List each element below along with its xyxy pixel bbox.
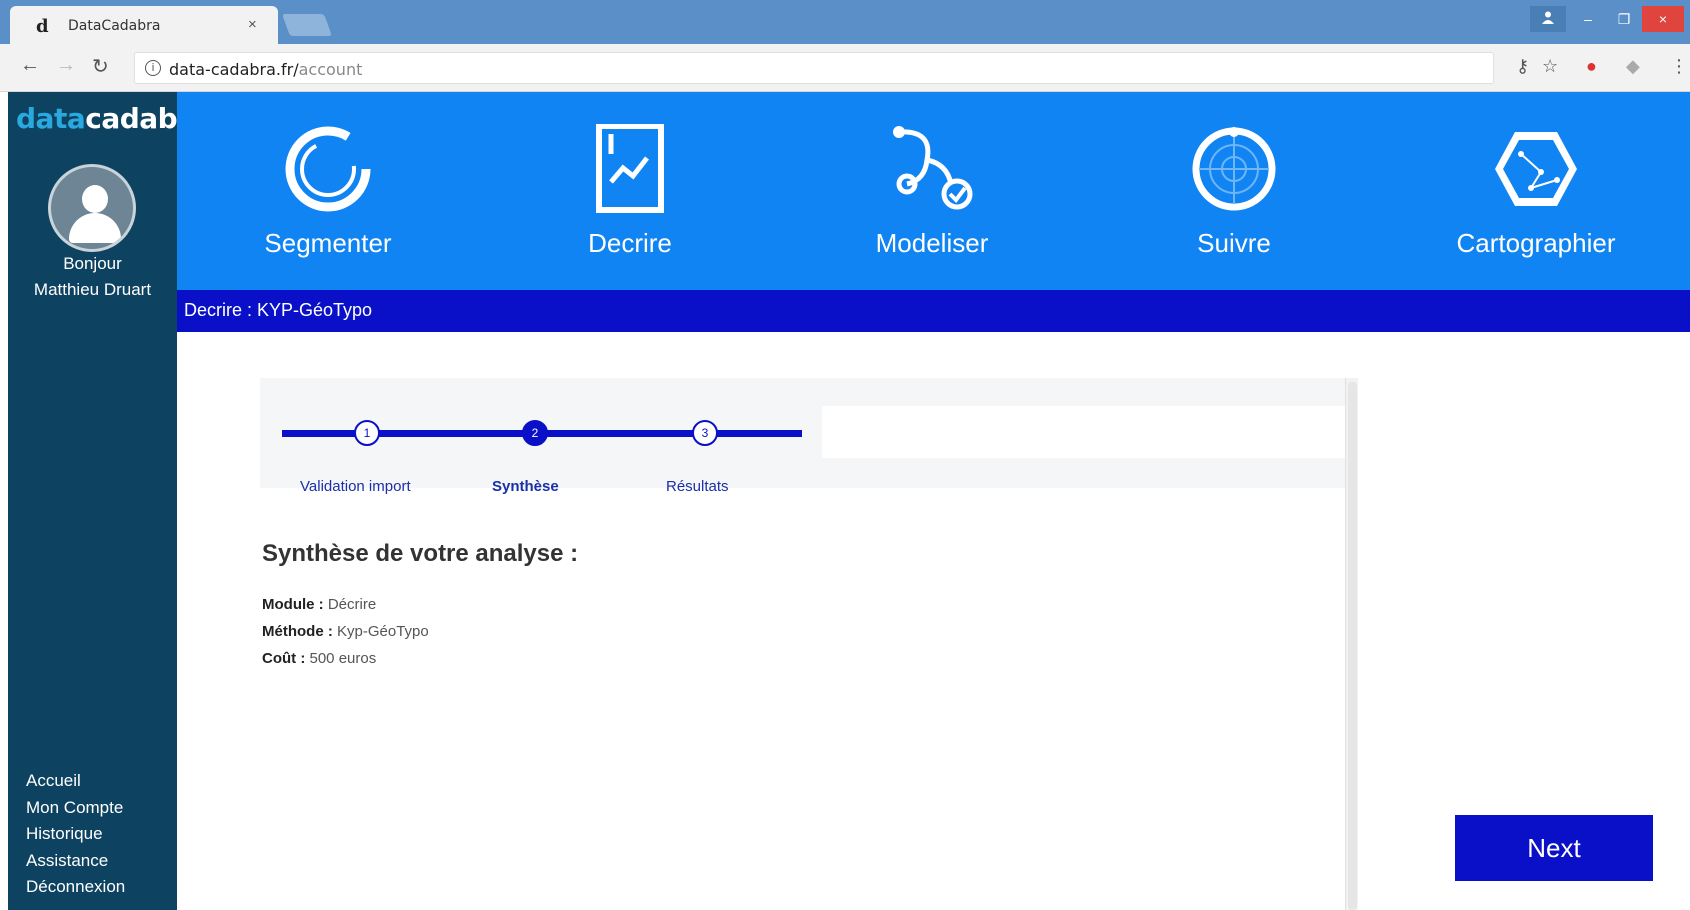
module-segmenter[interactable]: Segmenter [177, 92, 479, 290]
browser-toolbar: ← → ↻ i data-cadabra.fr/account ⚷ ☆ ● ◆ … [0, 44, 1690, 92]
module-modeliser[interactable]: Modeliser [781, 92, 1083, 290]
stepper-spacer [822, 406, 1345, 458]
module-label: Cartographier [1456, 228, 1616, 258]
module-suivre[interactable]: Suivre [1083, 92, 1385, 290]
key-icon[interactable]: ⚷ [1516, 56, 1529, 77]
sidebar-item-assistance[interactable]: Assistance [26, 848, 125, 875]
reload-icon[interactable]: ↻ [92, 54, 109, 79]
synthesis-title: Synthèse de votre analyse : [262, 540, 579, 567]
stepper: 1 2 3 Validation import Synthèse Résulta… [260, 378, 1345, 495]
sidebar-menu: Accueil Mon Compte Historique Assistance… [26, 768, 125, 901]
info-icon[interactable]: i [145, 60, 161, 76]
sidebar-item-accueil[interactable]: Accueil [26, 768, 125, 795]
module-label: Modeliser [875, 228, 989, 258]
favicon-icon: d [36, 16, 49, 37]
new-tab-button[interactable] [281, 14, 333, 36]
url-text: data-cadabra.fr/account [169, 60, 363, 79]
map-hexagon-icon [1495, 132, 1577, 206]
step-3-label[interactable]: Résultats [666, 478, 729, 495]
modules-bar: Segmenter Decrire Modeliser Suivre Carto… [177, 92, 1690, 290]
avatar[interactable] [48, 164, 136, 252]
module-decrire[interactable]: Decrire [479, 92, 781, 290]
synthesis-method-row: Méthode : Kyp-GéoTypo [262, 623, 429, 640]
address-bar[interactable]: i data-cadabra.fr/account [134, 52, 1494, 84]
synthesis-cost-row: Coût : 500 euros [262, 650, 377, 667]
step-2-dot[interactable]: 2 [522, 420, 548, 446]
breadcrumb: Decrire : KYP-GéoTypo [177, 290, 1690, 332]
bookmark-star-icon[interactable]: ☆ [1542, 56, 1558, 77]
synthesis-module-row: Module : Décrire [262, 596, 377, 613]
breadcrumb-text: Decrire : KYP-GéoTypo [184, 300, 373, 320]
radar-icon [1192, 127, 1276, 211]
step-1-dot[interactable]: 1 [354, 420, 380, 446]
module-label: Decrire [588, 228, 672, 258]
sidebar: datacadabra Bonjour Matthieu Druart Accu… [8, 92, 209, 910]
main-panel: 1 2 3 Validation import Synthèse Résulta… [260, 378, 1358, 910]
tab-close-icon[interactable]: × [248, 16, 257, 33]
sidebar-item-historique[interactable]: Historique [26, 821, 125, 848]
tab-title: DataCadabra [68, 18, 161, 34]
next-button[interactable]: Next [1455, 815, 1653, 881]
window-user-icon[interactable] [1530, 6, 1566, 32]
module-label: Segmenter [264, 228, 392, 258]
browser-tab[interactable]: d DataCadabra × [10, 6, 278, 44]
avatar-head [82, 185, 108, 213]
avatar-body [69, 213, 121, 243]
menu-dots-icon[interactable]: ⋮ [1670, 56, 1688, 77]
scrollbar-thumb[interactable] [1348, 382, 1357, 910]
back-arrow-icon[interactable]: ← [20, 54, 40, 77]
model-path-icon [893, 126, 973, 210]
extension-icon[interactable]: ● [1586, 56, 1597, 77]
sidebar-item-mon-compte[interactable]: Mon Compte [26, 795, 125, 822]
chart-document-icon [596, 124, 664, 213]
scrollbar[interactable] [1345, 378, 1358, 910]
step-2-label[interactable]: Synthèse [492, 478, 559, 495]
sidebar-item-deconnexion[interactable]: Déconnexion [26, 874, 125, 901]
segment-ring-icon [285, 126, 371, 212]
module-cartographier[interactable]: Cartographier [1385, 92, 1687, 290]
step-3-dot[interactable]: 3 [692, 420, 718, 446]
window-maximize-button[interactable]: ❐ [1606, 6, 1642, 32]
window-close-button[interactable]: × [1642, 6, 1684, 32]
greeting: Bonjour [63, 254, 122, 273]
step-1-label[interactable]: Validation import [300, 478, 411, 495]
browser-titlebar: d DataCadabra × – ❐ × [0, 0, 1690, 44]
window-minimize-button[interactable]: – [1570, 6, 1606, 32]
extension-icon[interactable]: ◆ [1626, 56, 1640, 77]
module-label: Suivre [1197, 228, 1271, 258]
user-name: Matthieu Druart [33, 280, 152, 299]
forward-arrow-icon[interactable]: → [56, 54, 76, 77]
